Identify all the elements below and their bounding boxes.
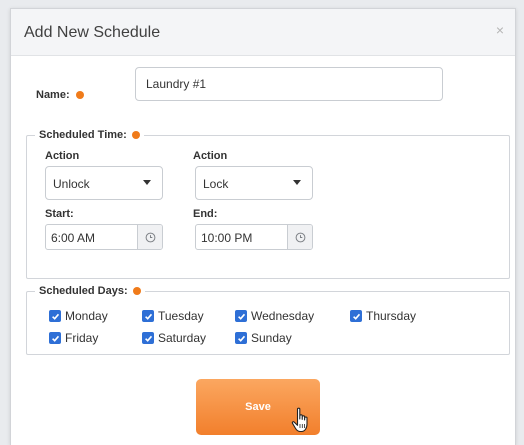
- day-label: Monday: [65, 309, 108, 323]
- day-checkbox-sunday[interactable]: Sunday: [235, 331, 292, 345]
- checkbox-checked-icon: [142, 310, 154, 322]
- end-label: End:: [193, 208, 218, 220]
- action-select-value: Lock: [203, 177, 229, 191]
- add-schedule-dialog: Add New Schedule × Name: Scheduled Time:…: [10, 8, 516, 445]
- clock-icon[interactable]: [137, 225, 162, 249]
- scheduled-days-label: Scheduled Days:: [39, 285, 128, 297]
- checkbox-checked-icon: [49, 310, 61, 322]
- end-time-field[interactable]: 10:00 PM: [195, 224, 313, 250]
- day-checkbox-thursday[interactable]: Thursday: [350, 309, 416, 323]
- day-checkbox-wednesday[interactable]: Wednesday: [235, 309, 314, 323]
- checkbox-checked-icon: [49, 332, 61, 344]
- scheduled-days-group: Scheduled Days: Monday Tuesday Wednesday…: [26, 284, 510, 355]
- day-label: Thursday: [366, 309, 417, 323]
- day-label: Wednesday: [251, 309, 315, 323]
- dialog-title: Add New Schedule: [24, 24, 161, 41]
- name-label: Name:: [36, 89, 70, 101]
- day-label: Friday: [65, 331, 99, 345]
- end-time-value: 10:00 PM: [201, 231, 253, 245]
- action-select-start[interactable]: Unlock: [45, 166, 163, 200]
- day-checkbox-friday[interactable]: Friday: [49, 331, 98, 345]
- required-dot-icon: [132, 287, 141, 295]
- clock-icon[interactable]: [287, 225, 312, 249]
- name-input[interactable]: [135, 67, 443, 101]
- day-checkbox-tuesday[interactable]: Tuesday: [142, 309, 204, 323]
- scheduled-time-legend: Scheduled Time:: [35, 128, 144, 142]
- checkbox-checked-icon: [142, 332, 154, 344]
- start-label: Start:: [45, 208, 74, 220]
- start-time-value: 6:00 AM: [51, 231, 96, 245]
- close-icon[interactable]: ×: [496, 22, 504, 38]
- scheduled-time-label: Scheduled Time:: [39, 129, 127, 141]
- required-dot-icon: [131, 131, 140, 139]
- checkbox-checked-icon: [350, 310, 362, 322]
- day-label: Saturday: [158, 331, 207, 345]
- name-label-row: Name:: [36, 89, 84, 101]
- action-select-value: Unlock: [53, 177, 90, 191]
- dialog-header: Add New Schedule ×: [11, 9, 515, 56]
- caret-down-icon: [293, 180, 301, 185]
- checkbox-checked-icon: [235, 332, 247, 344]
- day-checkbox-monday[interactable]: Monday: [49, 309, 108, 323]
- caret-down-icon: [143, 180, 151, 185]
- day-label: Sunday: [251, 331, 292, 345]
- checkbox-checked-icon: [235, 310, 247, 322]
- action-label: Action: [193, 150, 228, 162]
- action-select-end[interactable]: Lock: [195, 166, 313, 200]
- required-dot-icon: [75, 91, 84, 99]
- day-label: Tuesday: [158, 309, 204, 323]
- action-label: Action: [45, 150, 80, 162]
- scheduled-days-legend: Scheduled Days:: [35, 284, 145, 298]
- start-time-field[interactable]: 6:00 AM: [45, 224, 163, 250]
- scheduled-time-group: Scheduled Time: Action Action Unlock Loc…: [26, 128, 510, 279]
- day-checkbox-saturday[interactable]: Saturday: [142, 331, 206, 345]
- hand-pointer-icon: [291, 407, 313, 439]
